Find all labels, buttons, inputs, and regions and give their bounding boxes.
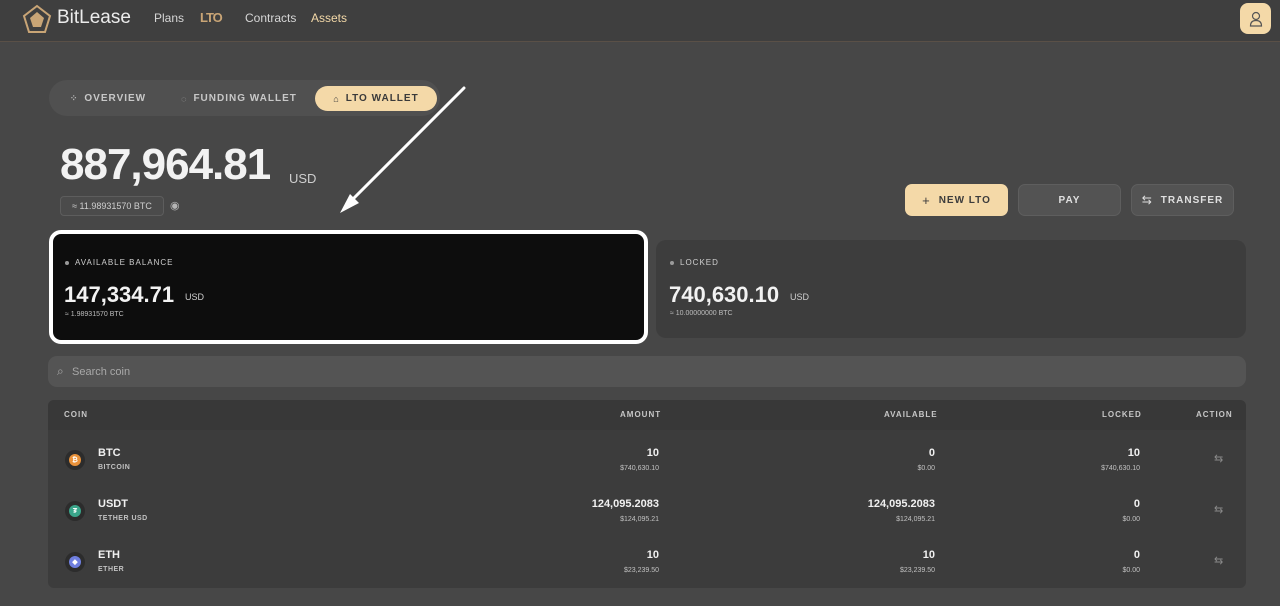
- grid-icon: ⁘: [69, 93, 79, 103]
- available-balance-value: 147,334.71: [64, 282, 175, 307]
- ethereum-glyph-icon: ◆: [69, 556, 81, 568]
- transfer-icon: ⇆: [1141, 193, 1153, 207]
- column-header-amount: AMOUNT: [620, 410, 662, 419]
- amount-usd: $124,095.21: [620, 516, 659, 523]
- available-usd: $23,239.50: [899, 567, 935, 574]
- amount-value: 10: [646, 447, 659, 459]
- status-dot-icon: [670, 260, 674, 265]
- nav-contracts[interactable]: Contracts: [245, 11, 296, 25]
- available-value: 10: [922, 549, 935, 561]
- user-avatar-button[interactable]: [1240, 3, 1271, 34]
- amount-value: 124,095.2083: [591, 498, 659, 510]
- available-balance-label: AVAILABLE BALANCE: [65, 258, 174, 267]
- available-balance-currency: USD: [185, 292, 205, 302]
- tether-icon: ₮: [65, 501, 85, 521]
- btc-equivalent-text: ≈ 11.98931570 BTC: [72, 201, 152, 211]
- search-bar: ⌕: [48, 356, 1246, 387]
- column-header-available: AVAILABLE: [884, 410, 938, 419]
- plus-icon: +: [922, 192, 931, 208]
- total-balance-currency: USD: [289, 171, 317, 186]
- eye-icon[interactable]: ◉: [170, 199, 180, 212]
- nav-plans[interactable]: Plans: [154, 11, 184, 25]
- locked-label-text: LOCKED: [680, 258, 719, 267]
- bitcoin-glyph-icon: ₿: [69, 454, 81, 466]
- ethereum-icon: ◆: [65, 552, 85, 572]
- amount-usd: $740,630.10: [620, 465, 659, 472]
- locked-balance-currency: USD: [790, 292, 810, 302]
- column-header-coin: COIN: [64, 410, 88, 419]
- pay-button[interactable]: PAY: [1018, 184, 1121, 216]
- available-usd: $124,095.21: [896, 516, 935, 523]
- locked-balance-value: 740,630.10: [669, 282, 780, 307]
- nav-assets[interactable]: Assets: [311, 11, 347, 25]
- search-input[interactable]: [72, 356, 1232, 387]
- wallet-icon: ◌: [181, 93, 188, 104]
- tab-funding-wallet-label: FUNDING WALLET: [193, 93, 297, 104]
- table-header: COIN AMOUNT AVAILABLE LOCKED ACTION: [48, 400, 1246, 430]
- total-balance: 887,964.81: [60, 140, 271, 189]
- btc-equivalent-badge: ≈ 11.98931570 BTC: [60, 196, 164, 216]
- available-usd: $0.00: [917, 465, 935, 472]
- bitcoin-icon: ₿: [65, 450, 85, 470]
- coin-symbol: ETH: [98, 549, 120, 561]
- amount-usd: $23,239.50: [623, 567, 659, 574]
- tab-lto-wallet-label: LTO WALLET: [345, 93, 419, 104]
- available-value: 124,095.2083: [867, 498, 935, 510]
- transfer-label: TRANSFER: [1160, 194, 1224, 206]
- tab-overview-label: OVERVIEW: [84, 93, 147, 104]
- coin-symbol: BTC: [98, 447, 121, 459]
- search-icon: ⌕: [57, 364, 64, 378]
- new-lto-button[interactable]: + NEW LTO: [905, 184, 1008, 216]
- transfer-action-icon[interactable]: ⇆: [1214, 503, 1223, 516]
- locked-value: 0: [1133, 549, 1140, 561]
- tab-funding-wallet[interactable]: ◌ FUNDING WALLET: [175, 86, 303, 111]
- pay-label: PAY: [1058, 194, 1081, 206]
- available-value: 0: [928, 447, 935, 459]
- locked-usd: $740,630.10: [1101, 465, 1140, 472]
- transfer-button[interactable]: ⇆ TRANSFER: [1131, 184, 1234, 216]
- status-dot-icon: [65, 260, 69, 265]
- top-navigation-bar: BitLease Plans LTO Contracts Assets: [0, 0, 1280, 42]
- tether-glyph-icon: ₮: [69, 505, 81, 517]
- locked-label: LOCKED: [670, 258, 719, 267]
- column-header-locked: LOCKED: [1102, 410, 1142, 419]
- coin-name: BITCOIN: [98, 464, 131, 471]
- bank-icon: ⌂: [333, 93, 340, 104]
- locked-balance-card: LOCKED 740,630.10 USD ≈ 10.00000000 BTC: [656, 240, 1246, 338]
- amount-value: 10: [646, 549, 659, 561]
- available-balance-card: AVAILABLE BALANCE 147,334.71 USD ≈ 1.989…: [49, 230, 648, 344]
- bitlease-logo-icon[interactable]: [22, 4, 52, 34]
- nav-lto[interactable]: LTO: [200, 10, 223, 25]
- nav-lto-label: LTO: [200, 10, 223, 25]
- coin-symbol: USDT: [98, 498, 128, 510]
- coin-name: ETHER: [98, 566, 125, 573]
- available-balance-label-text: AVAILABLE BALANCE: [75, 258, 174, 267]
- available-balance-btc: ≈ 1.98931570 BTC: [65, 311, 124, 318]
- table-row[interactable]: ◆ ETH ETHER 10 $23,239.50 10 $23,239.50 …: [48, 536, 1246, 587]
- coin-table: COIN AMOUNT AVAILABLE LOCKED ACTION ₿ BT…: [48, 400, 1246, 588]
- user-icon: [1249, 11, 1262, 27]
- locked-balance-btc: ≈ 10.00000000 BTC: [670, 310, 733, 317]
- locked-usd: $0.00: [1122, 567, 1140, 574]
- brand-name[interactable]: BitLease: [57, 7, 131, 29]
- column-header-action: ACTION: [1196, 410, 1233, 419]
- new-lto-label: NEW LTO: [938, 194, 991, 206]
- wallet-tabs: ⁘ OVERVIEW ◌ FUNDING WALLET ⌂ LTO WALLET: [49, 80, 440, 116]
- table-row[interactable]: ₿ BTC BITCOIN 10 $740,630.10 0 $0.00 10 …: [48, 434, 1246, 485]
- locked-value: 10: [1127, 447, 1140, 459]
- transfer-action-icon[interactable]: ⇆: [1214, 452, 1223, 465]
- locked-value: 0: [1133, 498, 1140, 510]
- transfer-action-icon[interactable]: ⇆: [1214, 554, 1223, 567]
- coin-name: TETHER USD: [98, 515, 148, 522]
- tab-lto-wallet[interactable]: ⌂ LTO WALLET: [315, 86, 437, 111]
- tab-overview[interactable]: ⁘ OVERVIEW: [63, 86, 153, 111]
- locked-usd: $0.00: [1122, 516, 1140, 523]
- table-row[interactable]: ₮ USDT TETHER USD 124,095.2083 $124,095.…: [48, 485, 1246, 536]
